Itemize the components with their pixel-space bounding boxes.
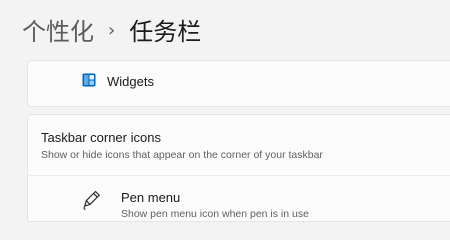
widgets-setting-row[interactable]: Widgets [27,60,450,107]
taskbar-corner-icons-header[interactable]: Taskbar corner icons Show or hide icons … [27,114,450,176]
pen-menu-title: Pen menu [121,190,181,205]
pen-menu-description: Show pen menu icon when pen is in use [121,208,309,220]
widgets-label: Widgets [107,74,154,89]
taskbar-corner-icons-title: Taskbar corner icons [41,130,161,145]
page-title: 任务栏 [129,18,202,46]
pen-menu-setting-row[interactable]: Pen menu Show pen menu icon when pen is … [27,175,450,222]
breadcrumb-parent-personalization[interactable]: 个性化 [22,20,94,44]
breadcrumb: 个性化 › 任务栏 [22,12,201,52]
pen-icon [82,189,102,211]
taskbar-corner-icons-description: Show or hide icons that appear on the co… [41,149,323,161]
widgets-icon [82,72,96,87]
breadcrumb-separator: › [108,20,116,41]
